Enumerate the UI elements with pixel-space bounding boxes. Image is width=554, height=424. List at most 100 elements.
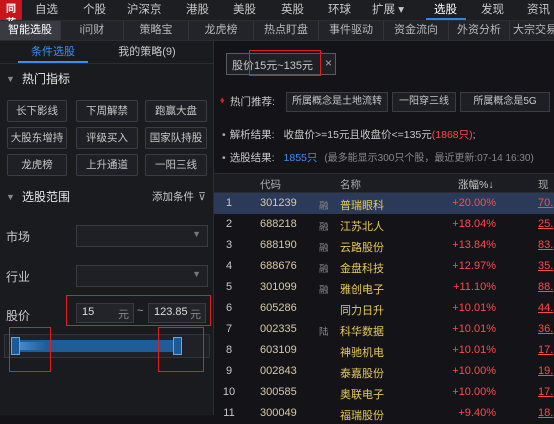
nav-item-extend[interactable]: 扩展 ▾	[372, 0, 404, 20]
right-panel: 股价15元~135元 × ♦ 热门推荐: 所属概念是土地流转 一阳穿三线 所属概…	[214, 41, 554, 422]
indicator-button[interactable]: 大股东增持	[7, 127, 67, 149]
hot-indicator-header[interactable]: ▼ 热门指标	[0, 67, 213, 91]
table-row[interactable]: 2 688218 融江苏北人 +18.04% 25.	[214, 214, 554, 235]
subnav-foreign[interactable]: 外资分析	[449, 21, 510, 40]
subnav-event[interactable]: 事件驱动	[319, 21, 384, 40]
change-pct: +18.04%	[452, 218, 496, 230]
margin-tag: 融	[319, 264, 329, 275]
tab-condition-select[interactable]: 条件选股	[10, 41, 96, 63]
nav-item-discover[interactable]: 发现	[481, 0, 504, 20]
hot-recommend-label: 热门推荐:	[230, 96, 275, 108]
row-index: 3	[225, 239, 233, 251]
indicator-button[interactable]: 龙虎榜	[7, 154, 67, 176]
stock-code: 300585	[260, 386, 297, 398]
table-row[interactable]: 3 688190 融云路股份 +13.84% 83.	[214, 235, 554, 256]
indicator-button[interactable]: 一阳三线	[145, 154, 207, 176]
stock-price: 83.	[538, 239, 554, 251]
table-row[interactable]: 11 300049 福瑞股份 +9.40% 18.	[214, 403, 554, 424]
change-pct: +10.00%	[452, 386, 496, 398]
result-count: 1855只	[283, 152, 318, 164]
range-title: 选股范围	[22, 190, 71, 204]
header-price[interactable]: 现	[538, 177, 549, 192]
nav-item-us[interactable]: 美股	[233, 0, 256, 20]
indicator-button[interactable]: 跑赢大盘	[145, 100, 207, 122]
stock-code: 688676	[260, 260, 297, 272]
stock-code: 300049	[260, 407, 297, 419]
indicator-button[interactable]: 上升通道	[76, 154, 138, 176]
chevron-down-icon: ▼	[192, 229, 201, 239]
price-max-value: 123.85	[154, 306, 188, 318]
add-condition-button[interactable]: 添加条件	[152, 185, 194, 209]
table-row[interactable]: 6 605286 同力日升 +10.01% 44.	[214, 298, 554, 319]
nav-item-stock[interactable]: 个股	[83, 0, 106, 20]
change-pct: +10.01%	[452, 302, 496, 314]
header-name[interactable]: 名称	[340, 177, 361, 192]
stock-code: 002843	[260, 365, 297, 377]
range-separator: ~	[137, 305, 144, 317]
header-code[interactable]: 代码	[260, 177, 281, 192]
nav-item-select-stock[interactable]: 选股	[434, 0, 457, 20]
table-row[interactable]: 8 603109 神驰机电 +10.01% 17.	[214, 340, 554, 361]
row-index: 9	[225, 365, 233, 377]
subnav-fund-flow[interactable]: 资金流向	[384, 21, 449, 40]
table-row[interactable]: 9 002843 泰嘉股份 +10.00% 19.	[214, 361, 554, 382]
table-row[interactable]: 5 301099 融雅创电子 +11.10% 88.	[214, 277, 554, 298]
parse-tail: ;	[472, 129, 476, 141]
subnav-block-trade[interactable]: 大宗交易	[510, 21, 554, 40]
nav-item-news[interactable]: 资讯	[527, 0, 550, 20]
nav-item-watchlist[interactable]: 自选	[35, 0, 58, 20]
price-max-input[interactable]: 123.85 元	[148, 303, 206, 323]
nav-item-global[interactable]: 环球	[328, 0, 351, 20]
subnav-smart-select[interactable]: 智能选股	[0, 21, 61, 40]
change-pct: +12.97%	[452, 260, 496, 272]
header-change[interactable]: 涨幅%↓	[458, 177, 494, 192]
indicator-button[interactable]: 长下影线	[7, 100, 67, 122]
industry-label: 行业	[6, 270, 31, 284]
fire-icon: ♦	[220, 95, 225, 105]
tab-my-strategy[interactable]: 我的策略(9)	[104, 41, 190, 63]
subnav-strategy[interactable]: 策略宝	[124, 21, 189, 40]
collapse-chevron-icon: ▼	[6, 74, 15, 84]
close-icon[interactable]: ×	[325, 56, 332, 70]
table-row[interactable]: 1 301239 融普瑞眼科 +20.00% 70.	[214, 193, 554, 214]
hot-recommend-button[interactable]: 所属概念是土地流转	[286, 92, 388, 112]
margin-tag: 融	[319, 243, 329, 254]
stock-price: 17.	[538, 344, 554, 356]
stock-price: 70.	[538, 197, 554, 209]
change-pct: +10.01%	[452, 323, 496, 335]
hot-recommend-button[interactable]: 一阳穿三线	[392, 92, 456, 112]
indicator-button[interactable]: 评级买入	[76, 127, 138, 149]
left-handle-highlight	[9, 327, 51, 372]
table-row[interactable]: 7 002335 陆科华数据 +10.01% 36.	[214, 319, 554, 340]
indicator-button[interactable]: 国家队持股	[145, 127, 207, 149]
bullet-icon: •	[222, 129, 226, 141]
subnav-dragon-tiger[interactable]: 龙虎榜	[189, 21, 254, 40]
stock-code: 688218	[260, 218, 297, 230]
hot-recommend-button[interactable]: 所属概念是5G	[460, 92, 550, 112]
margin-tag: 融	[319, 285, 329, 296]
stock-name: 同力日升	[340, 305, 384, 317]
price-min-input[interactable]: 15 元	[76, 303, 134, 323]
app-logo[interactable]: 同花	[0, 0, 22, 29]
stock-name: 雅创电子	[340, 284, 384, 296]
nav-item-uk[interactable]: 英股	[281, 0, 304, 20]
table-row[interactable]: 10 300585 奥联电子 +10.00% 17.	[214, 382, 554, 403]
row-index: 5	[225, 281, 233, 293]
subnav-iwencai[interactable]: i问财	[61, 21, 124, 40]
filter-icon[interactable]: ⊽	[198, 185, 206, 209]
select-result-line: • 选股结果: 1855只 (最多能显示300只个股，最近更新:07-14 16:…	[222, 149, 534, 165]
change-pct: +10.00%	[452, 365, 496, 377]
table-row[interactable]: 4 688676 融金盘科技 +12.97% 35.	[214, 256, 554, 277]
row-index: 6	[225, 302, 233, 314]
industry-dropdown[interactable]: ▼	[76, 265, 208, 287]
stock-name: 云路股份	[340, 242, 384, 254]
indicator-button[interactable]: 下周解禁	[76, 100, 138, 122]
range-header[interactable]: ▼ 选股范围 添加条件 ⊽	[0, 185, 213, 209]
stock-name: 金盘科技	[340, 263, 384, 275]
market-dropdown[interactable]: ▼	[76, 225, 208, 247]
nav-item-hs[interactable]: 沪深京	[127, 0, 162, 20]
stock-code: 688190	[260, 239, 297, 251]
nav-item-hk[interactable]: 港股	[186, 0, 209, 20]
left-tabs: 条件选股 我的策略(9)	[0, 41, 213, 64]
subnav-hot-watch[interactable]: 热点盯盘	[254, 21, 319, 40]
